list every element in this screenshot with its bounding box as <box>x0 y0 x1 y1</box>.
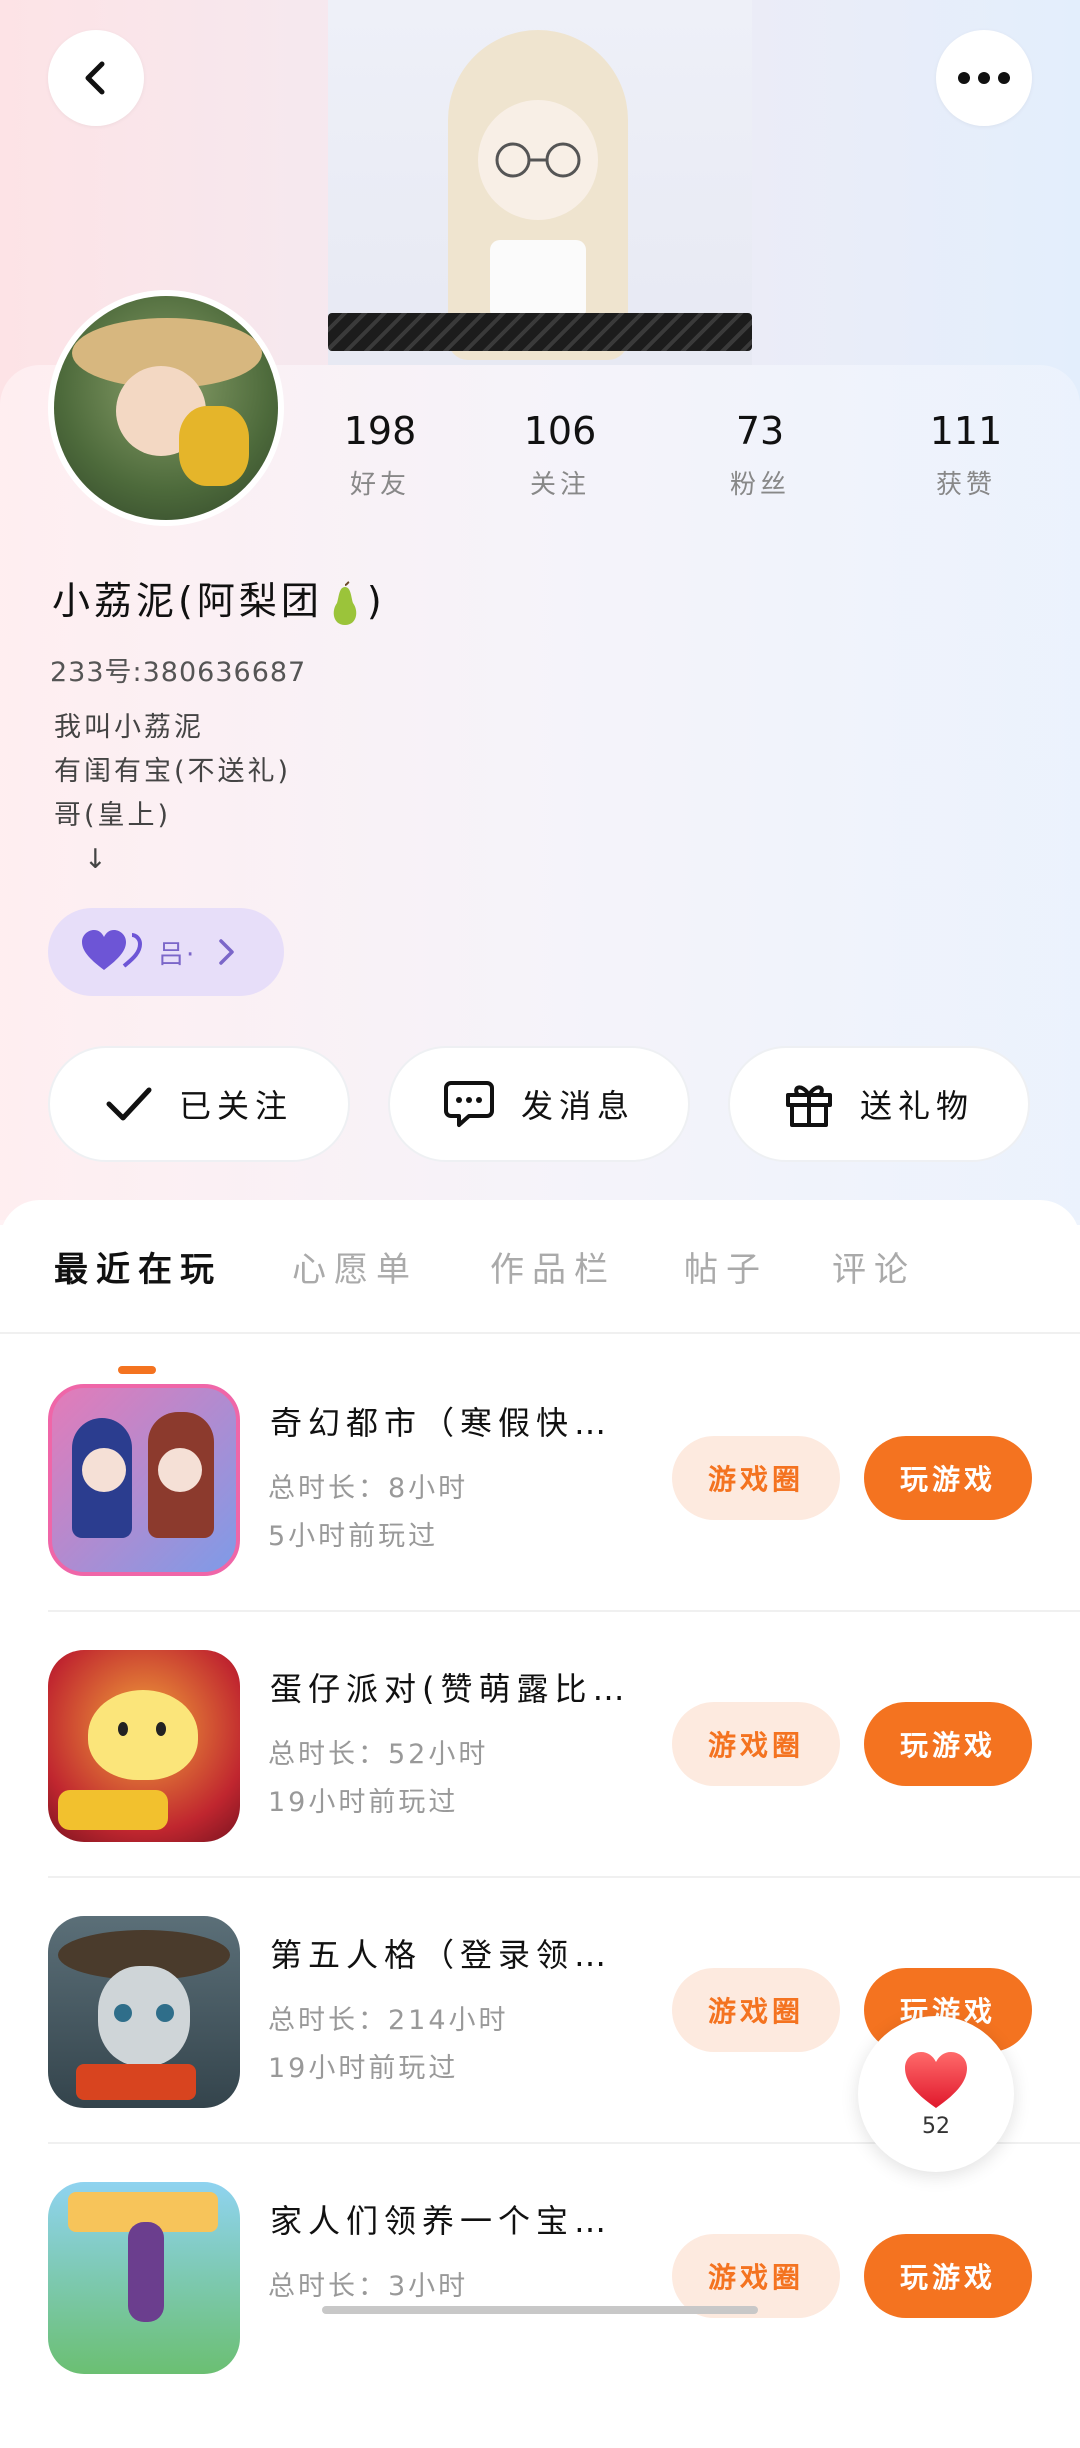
tab-recently-played[interactable]: 最近在玩 <box>54 1242 222 1291</box>
stat-value: 106 <box>523 409 597 453</box>
send-message-button[interactable]: 发消息 <box>388 1046 690 1162</box>
profile-tabs: 最近在玩 心愿单 作品栏 帖子 评论 <box>0 1242 1080 1374</box>
game-duration: 总时长：8小时 <box>268 1473 469 1504</box>
game-title: 第五人格（登录领… <box>270 1936 613 1974</box>
stat-label: 粉丝 <box>729 470 790 500</box>
game-last-played: 19小时前玩过 <box>268 1787 459 1818</box>
game-duration: 总时长：214小时 <box>268 2005 509 2036</box>
checkmark-icon <box>106 1087 152 1121</box>
like-button[interactable]: 52 <box>858 2016 1014 2172</box>
tab-wishlist[interactable]: 心愿单 <box>292 1242 418 1291</box>
chevron-right-icon <box>219 939 235 965</box>
profile-name-text: 小荔泥(阿梨团 <box>52 579 323 623</box>
avatar[interactable] <box>48 290 284 526</box>
heart-icon <box>905 2051 967 2108</box>
play-game-button[interactable]: 玩游戏 <box>864 1436 1032 1520</box>
play-game-button[interactable]: 玩游戏 <box>864 1702 1032 1786</box>
play-game-button[interactable]: 玩游戏 <box>864 2234 1032 2318</box>
game-icon[interactable] <box>48 1384 240 1576</box>
home-indicator <box>322 2306 758 2314</box>
tab-posts[interactable]: 帖子 <box>684 1242 768 1291</box>
row-divider <box>48 1610 1080 1612</box>
stat-label: 关注 <box>529 470 590 500</box>
profile-bio: 我叫小荔泥 有闺有宝(不送礼) 哥(皇上) ↓ <box>54 706 291 882</box>
profile-name-suffix: ) <box>366 579 386 623</box>
list-item[interactable]: 家人们领养一个宝… 总时长：3小时 游戏圈 玩游戏 <box>0 2182 1080 2448</box>
stat-likes[interactable]: 111 获赞 <box>886 408 1046 501</box>
row-divider <box>48 1876 1080 1878</box>
game-icon[interactable] <box>48 1650 240 1842</box>
game-title: 家人们领养一个宝… <box>270 2202 613 2240</box>
send-gift-label: 送礼物 <box>859 1087 974 1125</box>
bio-line: 我叫小荔泥 <box>54 712 204 743</box>
tab-works[interactable]: 作品栏 <box>490 1242 616 1291</box>
game-title: 奇幻都市（寒假快… <box>270 1404 613 1442</box>
followed-label: 已关注 <box>178 1087 293 1125</box>
send-gift-button[interactable]: 送礼物 <box>728 1046 1030 1162</box>
game-icon[interactable] <box>48 2182 240 2374</box>
game-duration: 总时长：52小时 <box>268 1739 489 1770</box>
active-tab-indicator <box>118 1366 156 1374</box>
tab-comments[interactable]: 评论 <box>832 1242 916 1291</box>
game-circle-button[interactable]: 游戏圈 <box>672 1968 840 2052</box>
bio-line: 有闺有宝(不送礼) <box>54 756 292 787</box>
stat-value: 111 <box>929 409 1003 453</box>
send-message-label: 发消息 <box>520 1087 635 1125</box>
profile-stats: 198 好友 106 关注 73 粉丝 111 获赞 <box>300 408 1060 518</box>
stat-friends[interactable]: 198 好友 <box>300 408 460 501</box>
stat-value: 73 <box>735 409 785 453</box>
stat-following[interactable]: 106 关注 <box>480 408 640 501</box>
profile-banner-image <box>328 0 752 365</box>
stat-label: 好友 <box>349 470 410 500</box>
pear-emoji-icon <box>333 580 357 625</box>
game-circle-button[interactable]: 游戏圈 <box>672 1702 840 1786</box>
relationship-badge[interactable]: 吕· <box>48 908 284 996</box>
gift-icon <box>785 1085 832 1127</box>
game-last-played: 5小时前玩过 <box>268 1521 439 1552</box>
stat-label: 获赞 <box>935 470 996 500</box>
user-id: 233号:380636687 <box>50 657 307 688</box>
chat-bubble-icon <box>443 1081 494 1127</box>
game-circle-button[interactable]: 游戏圈 <box>672 1436 840 1520</box>
stat-fans[interactable]: 73 粉丝 <box>680 408 840 501</box>
double-heart-icon <box>82 930 142 970</box>
like-count: 52 <box>922 2113 950 2139</box>
more-dots-icon <box>958 72 1010 84</box>
game-last-played: 19小时前玩过 <box>268 2053 459 2084</box>
profile-name: 小荔泥(阿梨团 ) <box>52 570 386 627</box>
back-arrow-icon <box>85 61 105 95</box>
badge-text: 吕· <box>158 939 197 970</box>
game-duration: 总时长：3小时 <box>268 2271 469 2302</box>
back-button[interactable] <box>48 30 144 126</box>
bio-line: 哥(皇上) <box>54 800 172 831</box>
game-title: 蛋仔派对(赞萌露比… <box>270 1670 631 1708</box>
more-options-button[interactable] <box>936 30 1032 126</box>
bio-arrow: ↓ <box>84 844 110 875</box>
followed-button[interactable]: 已关注 <box>48 1046 350 1162</box>
stat-value: 198 <box>343 409 417 453</box>
tab-divider <box>0 1332 1080 1334</box>
game-icon[interactable] <box>48 1916 240 2108</box>
